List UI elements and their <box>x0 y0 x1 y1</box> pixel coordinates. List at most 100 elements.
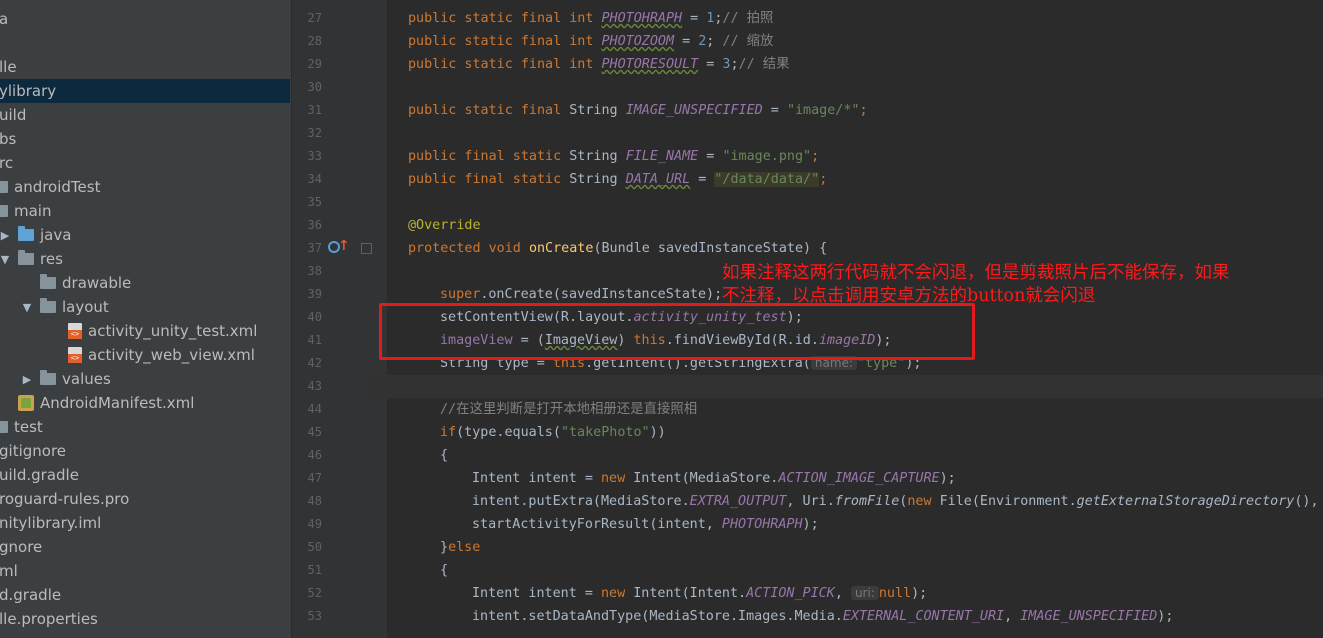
tree-item-label: uild.gradle <box>0 466 79 484</box>
code-line-49[interactable]: startActivityForResult(intent, PHOTOHRAP… <box>472 513 819 536</box>
tree-item[interactable]: ▶ java <box>0 223 289 247</box>
tree-item-label: rc <box>0 154 14 172</box>
tree-item[interactable]: uild.gradle <box>0 463 290 487</box>
annotation-text: 如果注释这两行代码就不会闪退，但是剪裁照片后不能保存，如果 不注释，以点击调用安… <box>722 262 1322 308</box>
tree-item[interactable]: ml <box>0 559 290 583</box>
line-number: 38 <box>307 264 322 278</box>
tree-item[interactable]: drawable <box>0 271 291 295</box>
tree-item[interactable] <box>0 31 290 55</box>
expand-arrow-icon[interactable]: ▶ <box>20 373 34 386</box>
code-line-51[interactable]: { <box>440 559 448 582</box>
implements-arrow-icon[interactable]: ↑ <box>338 238 350 254</box>
tree-item[interactable]: d.gradle <box>0 583 290 607</box>
tree-item-label: activity_web_view.xml <box>88 346 255 364</box>
tree-item[interactable]: AndroidManifest.xml <box>0 391 289 415</box>
line-number: 30 <box>307 80 322 94</box>
tree-item[interactable]: bs <box>0 127 290 151</box>
folder-icon <box>40 274 56 289</box>
tree-item[interactable]: uild <box>0 103 290 127</box>
code-line-33[interactable]: public final static String FILE_NAME = "… <box>408 145 819 168</box>
line-number: 44 <box>307 402 322 416</box>
tree-item[interactable]: rc <box>0 151 290 175</box>
line-number: 49 <box>307 517 322 531</box>
tree-item[interactable]: activity_web_view.xml <box>0 343 291 367</box>
tree-item-label: androidTest <box>14 178 101 196</box>
tree-item-label: lle <box>0 58 17 76</box>
tree-item-label: test <box>14 418 43 436</box>
annotation-line-1: 如果注释这两行代码就不会闪退，但是剪裁照片后不能保存，如果 <box>722 263 1230 283</box>
tree-item[interactable]: ylibrary <box>0 79 290 103</box>
collapse-arrow-icon[interactable]: ▼ <box>20 301 34 314</box>
code-line-48[interactable]: intent.putExtra(MediaStore.EXTRA_OUTPUT,… <box>472 490 1319 513</box>
line-number: 41 <box>307 333 322 347</box>
code-line-34[interactable]: public final static String DATA_URL = "/… <box>408 168 827 191</box>
folder-icon <box>18 226 34 241</box>
line-number: 29 <box>307 57 322 71</box>
line-number: 52 <box>307 586 322 600</box>
tree-item-label: ylibrary <box>0 82 57 100</box>
line-number: 48 <box>307 494 322 508</box>
tree-item-label: nitylibrary.iml <box>0 514 102 532</box>
folder-icon <box>0 421 8 433</box>
code-line-27[interactable]: public static final int PHOTOHRAPH = 1;/… <box>408 7 773 30</box>
tree-item-label: a <box>0 10 9 28</box>
folder-icon <box>40 298 56 313</box>
tree-item[interactable]: a <box>0 7 290 31</box>
tree-item-label: gitignore <box>0 442 67 460</box>
tree-item[interactable]: lle.properties <box>0 607 290 631</box>
line-number: 34 <box>307 172 322 186</box>
code-line-50[interactable]: }else <box>440 536 480 559</box>
tree-item-label: d.gradle <box>0 586 62 604</box>
tree-item[interactable]: ▼ res <box>0 247 289 271</box>
code-line-36[interactable]: @Override <box>408 214 481 237</box>
code-line-52[interactable]: Intent intent = new Intent(Intent.ACTION… <box>472 582 927 605</box>
code-line-46[interactable]: { <box>440 444 448 467</box>
fold-toggle-icon[interactable] <box>361 243 372 254</box>
highlight-box <box>379 303 975 360</box>
line-number: 36 <box>307 218 322 232</box>
project-tree-panel: a lle ylibrary uild bs rc androidTest main ▶ java… <box>0 0 291 638</box>
code-line-53[interactable]: intent.setDataAndType(MediaStore.Images.… <box>472 605 1173 628</box>
tree-item[interactable]: ▼ layout <box>0 295 291 319</box>
collapse-arrow-icon[interactable]: ▼ <box>0 253 12 266</box>
tree-item[interactable]: roguard-rules.pro <box>0 487 290 511</box>
tree-item[interactable]: main <box>0 199 283 223</box>
editor-gutter: 27 28 29 30 31 32 33 34 35 36 37 38 39 40 41 42 43 44 45 46… <box>291 0 387 638</box>
tree-item-label: ml <box>0 562 18 580</box>
tree-item[interactable]: test <box>0 415 283 439</box>
annotation-line-2: 不注释，以点击调用安卓方法的button就会闪退 <box>722 286 1096 306</box>
code-line-31[interactable]: public static final String IMAGE_UNSPECI… <box>408 99 868 122</box>
tree-item-label: gnore <box>0 538 43 556</box>
code-line-44[interactable]: //在这里判断是打开本地相册还是直接照相 <box>440 398 697 421</box>
xml-file-icon <box>68 347 82 363</box>
code-line-45[interactable]: if(type.equals("takePhoto")) <box>440 421 666 444</box>
line-number: 33 <box>307 149 322 163</box>
tree-item-label: values <box>62 370 111 388</box>
tree-item[interactable]: lle <box>0 55 290 79</box>
current-line-highlight <box>367 375 1323 398</box>
line-number: 37 <box>307 241 322 255</box>
expand-arrow-icon[interactable]: ▶ <box>0 229 12 242</box>
tree-item-label: bs <box>0 130 17 148</box>
tree-item[interactable]: activity_unity_test.xml <box>0 319 291 343</box>
tree-item[interactable]: gnore <box>0 535 290 559</box>
line-number: 47 <box>307 471 322 485</box>
tree-item[interactable]: nitylibrary.iml <box>0 511 290 535</box>
folder-icon <box>18 250 34 265</box>
tree-item[interactable]: androidTest <box>0 175 283 199</box>
line-number: 43 <box>307 379 322 393</box>
tree-item[interactable]: gitignore <box>0 439 290 463</box>
code-line-28[interactable]: public static final int PHOTOZOOM = 2; /… <box>408 30 773 53</box>
line-number: 42 <box>307 356 322 370</box>
folder-icon <box>0 181 8 193</box>
code-line-37[interactable]: protected void onCreate(Bundle savedInst… <box>408 237 827 260</box>
tree-item-label: drawable <box>62 274 132 292</box>
line-number: 40 <box>307 310 322 324</box>
line-number: 28 <box>307 34 322 48</box>
param-hint-uri: uri: <box>850 586 879 600</box>
code-line-29[interactable]: public static final int PHOTORESOULT = 3… <box>408 53 790 76</box>
line-number: 31 <box>307 103 322 117</box>
code-line-47[interactable]: Intent intent = new Intent(MediaStore.AC… <box>472 467 956 490</box>
xml-file-icon <box>68 323 82 339</box>
tree-item[interactable]: ▶ values <box>0 367 291 391</box>
